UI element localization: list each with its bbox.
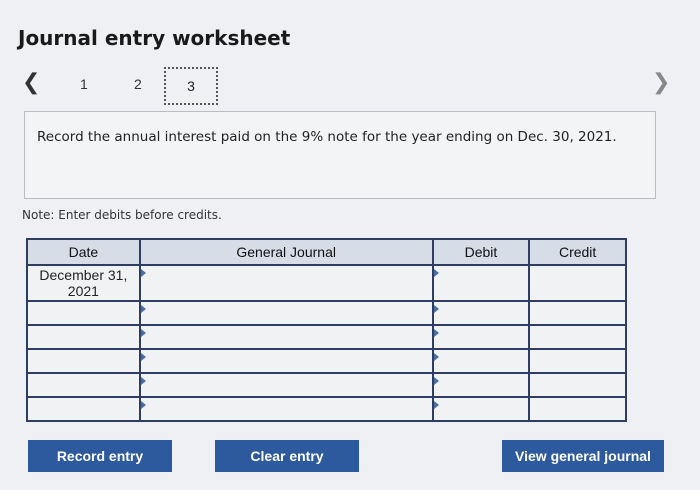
record-entry-button[interactable]: Record entry xyxy=(28,440,172,472)
table-row xyxy=(26,300,627,326)
date-cell xyxy=(26,300,141,326)
credit-cell[interactable] xyxy=(528,348,627,374)
debit-marker xyxy=(433,269,439,277)
account-dropdown-marker xyxy=(140,269,146,277)
credit-cell[interactable] xyxy=(528,396,627,422)
step-3-link[interactable]: 3 xyxy=(164,67,218,105)
account-dropdown-marker xyxy=(140,353,146,361)
debit-cell[interactable] xyxy=(431,348,531,374)
step-2-link[interactable]: 2 xyxy=(134,76,142,92)
credit-cell[interactable] xyxy=(528,372,627,398)
account-cell[interactable] xyxy=(138,372,434,398)
account-dropdown-marker xyxy=(140,401,146,409)
step-1-link[interactable]: 1 xyxy=(80,76,88,92)
debit-cell[interactable] xyxy=(431,372,531,398)
chevron-left-icon[interactable]: ❮ xyxy=(22,70,40,95)
account-dropdown-marker xyxy=(140,377,146,385)
view-general-journal-button[interactable]: View general journal xyxy=(502,440,664,472)
debit-cell[interactable] xyxy=(431,300,531,326)
debit-marker xyxy=(433,401,439,409)
debit-marker xyxy=(433,353,439,361)
page-title: Journal entry worksheet xyxy=(18,26,291,50)
debit-marker xyxy=(433,305,439,313)
date-header: Date xyxy=(26,238,141,266)
table-header-row: Date General Journal Debit Credit xyxy=(26,238,627,266)
chevron-right-icon[interactable]: ❯ xyxy=(652,70,670,95)
date-cell xyxy=(26,348,141,374)
table-row xyxy=(26,348,627,374)
date-cell xyxy=(26,324,141,350)
account-dropdown-marker xyxy=(140,329,146,337)
instruction-box: Record the annual interest paid on the 9… xyxy=(24,111,656,199)
table-row: December 31, 2021 xyxy=(26,264,627,302)
journal-table: Date General Journal Debit Credit Decemb… xyxy=(26,238,627,422)
debit-marker xyxy=(433,329,439,337)
table-row xyxy=(26,324,627,350)
step-3-label: 3 xyxy=(187,78,195,94)
instruction-text: Record the annual interest paid on the 9… xyxy=(37,129,617,145)
credit-cell[interactable] xyxy=(528,324,627,350)
date-cell xyxy=(26,372,141,398)
table-row xyxy=(26,372,627,398)
credit-cell[interactable] xyxy=(528,264,627,302)
general-journal-header: General Journal xyxy=(138,238,434,266)
account-cell[interactable] xyxy=(138,348,434,374)
debit-marker xyxy=(433,377,439,385)
note-text: Note: Enter debits before credits. xyxy=(22,208,222,222)
account-cell[interactable] xyxy=(138,396,434,422)
credit-header: Credit xyxy=(528,238,627,266)
clear-entry-button[interactable]: Clear entry xyxy=(215,440,359,472)
debit-header: Debit xyxy=(431,238,531,266)
debit-cell[interactable] xyxy=(431,264,531,302)
account-cell[interactable] xyxy=(138,324,434,350)
date-cell xyxy=(26,396,141,422)
account-cell[interactable] xyxy=(138,264,434,302)
debit-cell[interactable] xyxy=(431,396,531,422)
table-row xyxy=(26,396,627,422)
account-cell[interactable] xyxy=(138,300,434,326)
credit-cell[interactable] xyxy=(528,300,627,326)
account-dropdown-marker xyxy=(140,305,146,313)
debit-cell[interactable] xyxy=(431,324,531,350)
date-cell: December 31, 2021 xyxy=(26,264,141,302)
